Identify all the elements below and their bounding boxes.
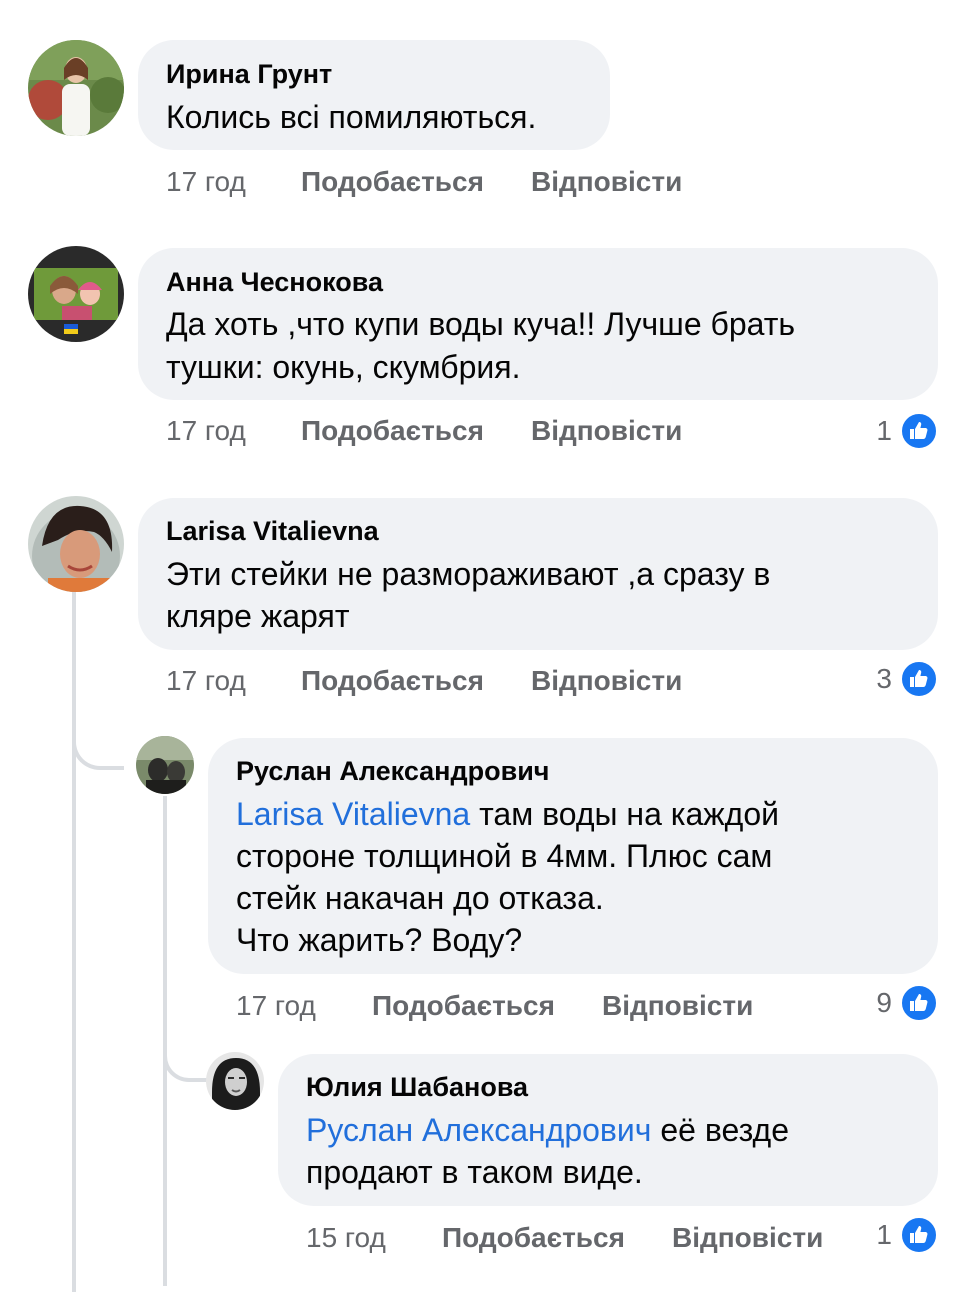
comment-author[interactable]: Юлия Шабанова bbox=[306, 1071, 528, 1103]
comment-text-line: Руслан Александрович её везде bbox=[306, 1109, 789, 1151]
reaction-count[interactable]: 1 bbox=[852, 414, 892, 448]
avatar[interactable] bbox=[206, 1052, 264, 1110]
comment-text: продают в таком виде. bbox=[306, 1154, 643, 1190]
comment-text: там воды на каждой bbox=[470, 796, 779, 832]
comment-text: кляре жарят bbox=[166, 598, 350, 634]
avatar[interactable] bbox=[28, 496, 124, 592]
reaction-count[interactable]: 9 bbox=[852, 986, 892, 1020]
comment-text: Да хоть ,что купи воды куча!! Лучше брат… bbox=[166, 306, 796, 342]
comment-text: стороне толщиной в 4мм. Плюс сам bbox=[236, 838, 773, 874]
like-button[interactable]: Подобається bbox=[301, 165, 484, 199]
avatar[interactable] bbox=[28, 246, 124, 342]
comment-author[interactable]: Larisa Vitalievna bbox=[166, 515, 379, 547]
reply-button[interactable]: Відповісти bbox=[531, 165, 682, 199]
thread-line-reply bbox=[163, 796, 167, 1286]
avatar[interactable] bbox=[136, 736, 194, 794]
comment-text-line: Larisa Vitalievna там воды на каждой bbox=[236, 793, 779, 835]
like-button[interactable]: Подобається bbox=[442, 1221, 625, 1255]
thread-branch-curve-2 bbox=[163, 1046, 207, 1082]
comment-time[interactable]: 17 год bbox=[166, 664, 246, 698]
reaction-count[interactable]: 1 bbox=[852, 1218, 892, 1252]
like-button[interactable]: Подобається bbox=[372, 989, 555, 1023]
reply-button[interactable]: Відповісти bbox=[531, 414, 682, 448]
like-button[interactable]: Подобається bbox=[301, 414, 484, 448]
comment-text: Что жарить? Воду? bbox=[236, 922, 523, 958]
comment-author[interactable]: Руслан Александрович bbox=[236, 755, 549, 787]
comment-author[interactable]: Ирина Грунт bbox=[166, 58, 332, 90]
like-icon[interactable] bbox=[900, 984, 938, 1022]
comment-time[interactable]: 17 год bbox=[166, 414, 246, 448]
reaction-count[interactable]: 3 bbox=[852, 662, 892, 696]
comment-text: Эти стейки не размораживают ,а сразу в bbox=[166, 556, 771, 592]
comment-time[interactable]: 15 год bbox=[306, 1221, 386, 1255]
comment-author[interactable]: Анна Чеснокова bbox=[166, 266, 383, 298]
avatar[interactable] bbox=[28, 40, 124, 136]
like-icon[interactable] bbox=[900, 1216, 938, 1254]
comment-time[interactable]: 17 год bbox=[166, 165, 246, 199]
comment-text: тушки: окунь, скумбрия. bbox=[166, 349, 521, 385]
like-button[interactable]: Подобається bbox=[301, 664, 484, 698]
thread-line-main bbox=[72, 592, 76, 1292]
reply-button[interactable]: Відповісти bbox=[602, 989, 753, 1023]
comment-text: её везде bbox=[651, 1112, 790, 1148]
reply-button[interactable]: Відповісти bbox=[672, 1221, 823, 1255]
like-icon[interactable] bbox=[900, 412, 938, 450]
comment-text: Колись всі помиляються. bbox=[166, 99, 537, 135]
like-icon[interactable] bbox=[900, 660, 938, 698]
thread-branch-curve bbox=[72, 730, 124, 770]
mention-link[interactable]: Руслан Александрович bbox=[306, 1112, 651, 1148]
mention-link[interactable]: Larisa Vitalievna bbox=[236, 796, 470, 832]
comment-time[interactable]: 17 год bbox=[236, 989, 316, 1023]
comment-text: стейк накачан до отказа. bbox=[236, 880, 604, 916]
reply-button[interactable]: Відповісти bbox=[531, 664, 682, 698]
